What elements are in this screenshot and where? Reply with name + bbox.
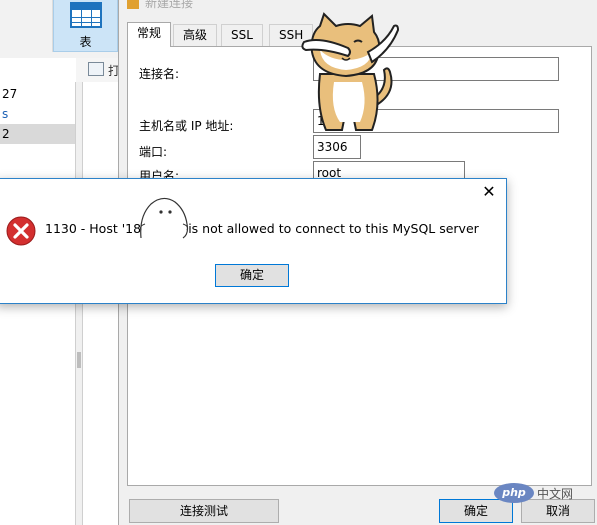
connection-icon	[127, 0, 139, 9]
tab-advanced[interactable]: 高级	[173, 24, 218, 46]
php-watermark: php 中文网	[494, 483, 573, 505]
list-item[interactable]: 27	[0, 84, 75, 104]
splitter-grip[interactable]	[77, 352, 81, 368]
php-logo: php	[494, 483, 534, 503]
list-item-selected[interactable]: 2	[0, 124, 75, 144]
main-toolbar: 表	[0, 0, 118, 58]
table-button-label: 表	[79, 35, 92, 49]
redaction-blob	[140, 197, 189, 239]
tab-ssl[interactable]: SSL	[221, 24, 263, 46]
host-label: 主机名或 IP 地址:	[139, 119, 234, 133]
list-item[interactable]: s	[0, 104, 75, 124]
table-toolbar-button[interactable]: 表	[53, 0, 118, 52]
error-icon	[6, 216, 36, 246]
watermark-text: 中文网	[537, 486, 574, 501]
object-subtoolbar: 打	[76, 58, 120, 82]
dialog-title-text: 新建连接	[145, 0, 194, 10]
dialog-title: 新建连接	[127, 0, 194, 10]
port-input[interactable]: 3306	[313, 135, 361, 159]
error-message-box: ✕ 1130 - Host '180. 220' is not allowed …	[0, 178, 507, 304]
error-message-text: 1130 - Host '180. 220' is not allowed to…	[45, 221, 479, 236]
error-ok-button[interactable]: 确定	[215, 264, 289, 287]
port-label: 端口:	[139, 145, 168, 159]
close-icon[interactable]: ✕	[480, 183, 498, 201]
tab-general[interactable]: 常规	[127, 22, 172, 47]
open-table-icon[interactable]	[88, 62, 104, 76]
dabbing-cat-sticker	[301, 12, 400, 131]
table-grid-icon	[70, 2, 102, 28]
connection-name-label: 连接名:	[139, 67, 180, 81]
test-connection-button[interactable]: 连接测试	[129, 499, 279, 523]
